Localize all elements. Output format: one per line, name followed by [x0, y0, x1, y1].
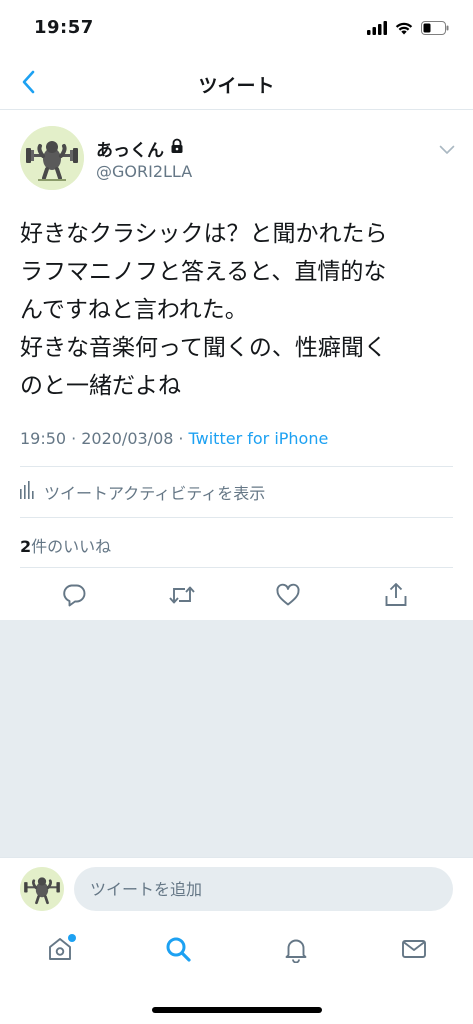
author-name[interactable]: あっくん [96, 136, 184, 161]
likes-count: 2 [20, 537, 32, 556]
tweet-text: 好きなクラシックは？と聞かれたら ラフマニノフと答えると、直情的な んですねと言… [20, 221, 388, 399]
empty-replies-area [0, 620, 473, 857]
tweet-date: 2020/03/08 [81, 429, 174, 448]
messages-icon [400, 935, 428, 967]
gorilla-logo-icon [20, 126, 84, 190]
tweet-meta: 19:50 · 2020/03/08 · Twitter for iPhone [20, 429, 328, 448]
bar-chart-icon [20, 481, 34, 503]
avatar[interactable] [20, 867, 64, 911]
meta-separator: · [178, 429, 184, 448]
tweet-time: 19:50 [20, 429, 67, 448]
notifications-icon [282, 935, 310, 967]
activity-label: ツイートアクティビティを表示 [44, 484, 266, 503]
share-icon [384, 582, 408, 612]
tab-messages[interactable] [394, 931, 434, 971]
page-title: ツイート [198, 75, 275, 97]
lock-icon [170, 138, 184, 159]
chevron-down-icon [439, 140, 455, 159]
reply-bar [0, 857, 473, 919]
reply-input[interactable] [74, 867, 453, 911]
likes-count-link[interactable]: 2件のいいね [20, 533, 111, 557]
status-icons [367, 20, 449, 39]
wifi-icon [395, 20, 413, 39]
share-button[interactable] [380, 581, 412, 613]
tab-search[interactable] [158, 931, 198, 971]
reply-button[interactable] [58, 581, 90, 613]
search-icon [164, 935, 192, 967]
signal-icon [367, 20, 387, 39]
like-button[interactable] [272, 581, 304, 613]
divider [20, 466, 453, 467]
tab-notifications[interactable] [276, 931, 316, 971]
meta-separator: · [71, 429, 77, 448]
retweet-icon [168, 582, 196, 612]
divider [20, 517, 453, 518]
likes-label: 件のいいね [31, 537, 112, 556]
battery-icon [421, 20, 449, 39]
retweet-button[interactable] [166, 581, 198, 613]
avatar[interactable] [20, 126, 84, 190]
tweet-source-link[interactable]: Twitter for iPhone [189, 429, 329, 448]
nav-bar: ツイート [0, 58, 473, 110]
author-handle: @GORI2LLA [96, 162, 193, 181]
status-time: 19:57 [34, 17, 94, 38]
status-bar: 19:57 [0, 0, 473, 58]
gorilla-logo-icon [20, 867, 64, 911]
home-indicator [152, 1007, 322, 1013]
tab-home[interactable] [40, 931, 80, 971]
divider [20, 567, 453, 568]
author-name-label: あっくん [96, 141, 164, 161]
notification-dot [68, 934, 76, 942]
tweet-menu-button[interactable] [439, 140, 455, 159]
view-tweet-activity-button[interactable]: ツイートアクティビティを表示 [20, 480, 265, 504]
reply-icon [61, 582, 87, 612]
tweet-actions [0, 575, 473, 619]
like-icon [275, 583, 301, 611]
